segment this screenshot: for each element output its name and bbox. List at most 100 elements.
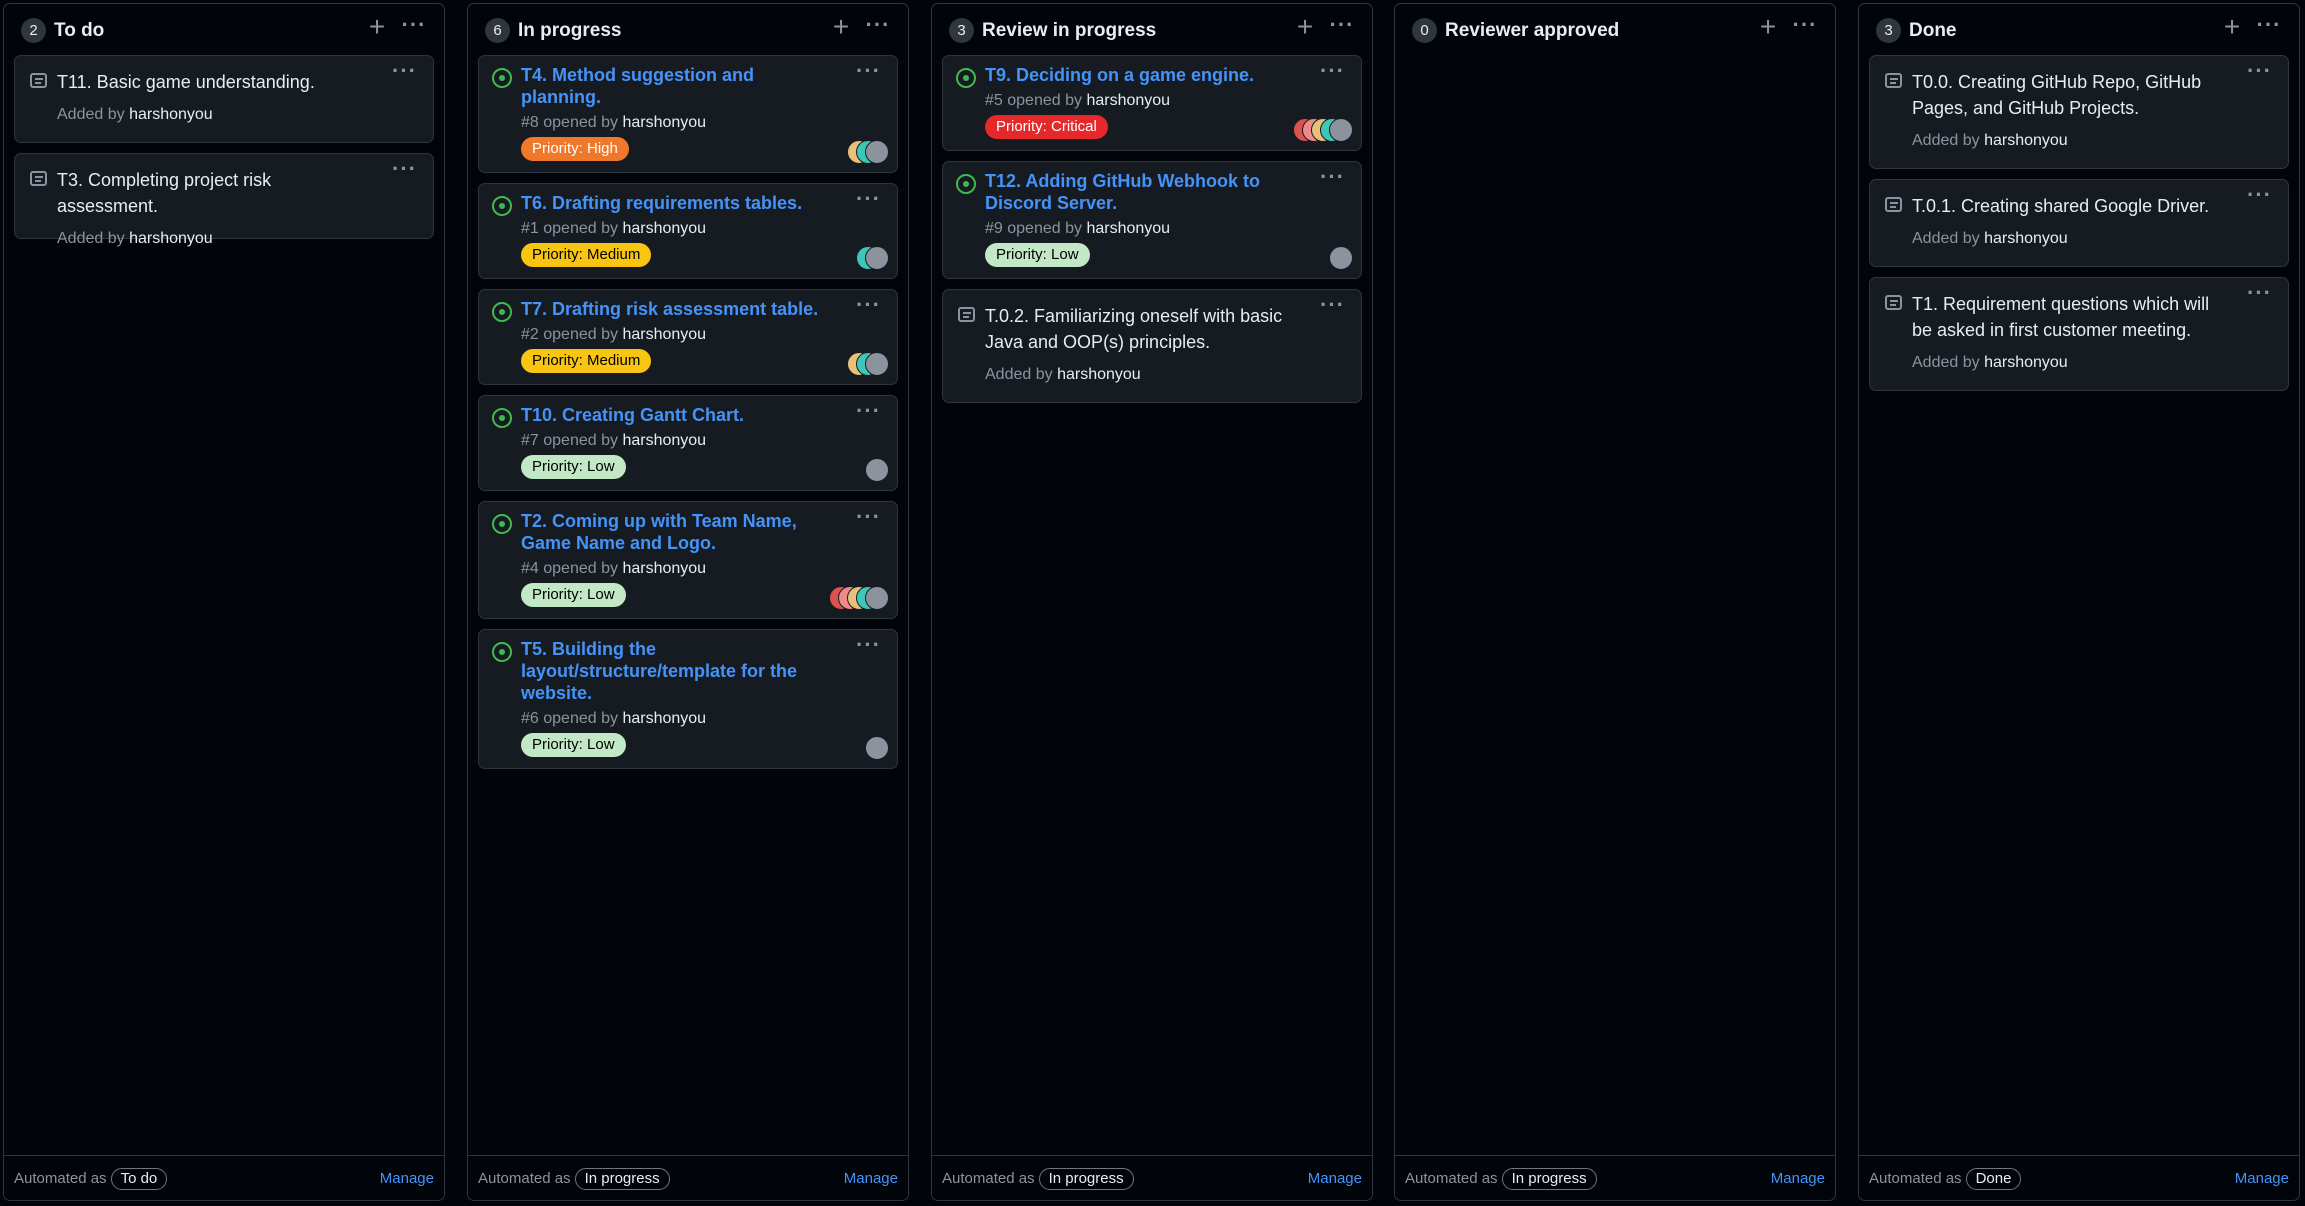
- card-meta: Added by harshonyou: [1912, 121, 2288, 164]
- assignee-avatar[interactable]: [865, 352, 889, 376]
- column-menu-kebab-icon[interactable]: ···: [1326, 12, 1358, 44]
- added-by-label: Added by: [1912, 354, 1980, 371]
- assignee-avatar[interactable]: [1329, 246, 1353, 270]
- author-link[interactable]: harshonyou: [129, 106, 213, 123]
- issue-card[interactable]: T9. Deciding on a game engine. #5 opened …: [942, 55, 1362, 151]
- card-meta: Added by harshonyou: [57, 95, 433, 138]
- issue-card[interactable]: T10. Creating Gantt Chart. #7 opened by h…: [478, 395, 898, 491]
- column-menu-kebab-icon[interactable]: ···: [862, 12, 894, 44]
- automated-label: Automated as: [1869, 1170, 1962, 1187]
- assignee-avatars: [1329, 246, 1353, 270]
- note-card[interactable]: T11. Basic game understanding. Added by …: [14, 55, 434, 143]
- add-card-plus-icon[interactable]: +: [1290, 12, 1320, 44]
- priority-label[interactable]: Priority: High: [521, 137, 629, 161]
- issue-card[interactable]: T12. Adding GitHub Webhook to Discord Se…: [942, 161, 1362, 279]
- card-menu-kebab-icon[interactable]: ···: [392, 158, 417, 180]
- card-meta: Added by harshonyou: [57, 219, 433, 262]
- card-menu-kebab-icon[interactable]: ···: [1320, 166, 1345, 188]
- card-menu-kebab-icon[interactable]: ···: [856, 294, 881, 316]
- assignee-avatar[interactable]: [865, 586, 889, 610]
- issue-title-link[interactable]: T7. Drafting risk assessment table.: [521, 290, 837, 320]
- priority-label[interactable]: Priority: Critical: [985, 115, 1108, 139]
- author-link[interactable]: harshonyou: [622, 114, 706, 131]
- card-meta: Added by harshonyou: [985, 355, 1361, 398]
- assignee-avatars: [1293, 118, 1353, 142]
- issue-number-text: #8 opened by: [521, 114, 618, 131]
- card-menu-kebab-icon[interactable]: ···: [392, 60, 417, 82]
- priority-label[interactable]: Priority: Low: [985, 243, 1090, 267]
- note-card[interactable]: T3. Completing project risk assessment. …: [14, 153, 434, 247]
- issue-title-link[interactable]: T4. Method suggestion and planning.: [521, 56, 837, 108]
- column-menu-kebab-icon[interactable]: ···: [1789, 12, 1821, 44]
- column-menu-kebab-icon[interactable]: ···: [2253, 12, 2285, 44]
- issue-title-link[interactable]: T5. Building the layout/structure/templa…: [521, 630, 837, 704]
- card-menu-kebab-icon[interactable]: ···: [856, 634, 881, 656]
- issue-title-link[interactable]: T6. Drafting requirements tables.: [521, 184, 837, 214]
- card-menu-kebab-icon[interactable]: ···: [856, 506, 881, 528]
- author-link[interactable]: harshonyou: [1086, 92, 1170, 109]
- author-link[interactable]: harshonyou: [129, 230, 213, 247]
- issue-card[interactable]: T6. Drafting requirements tables. #1 open…: [478, 183, 898, 279]
- priority-label[interactable]: Priority: Low: [521, 733, 626, 757]
- add-card-plus-icon[interactable]: +: [1753, 12, 1783, 44]
- add-card-plus-icon[interactable]: +: [362, 12, 392, 44]
- note-text: T3. Completing project risk assessment.: [57, 170, 272, 216]
- issue-card[interactable]: T2. Coming up with Team Name, Game Name …: [478, 501, 898, 619]
- author-link[interactable]: harshonyou: [622, 560, 706, 577]
- card-menu-kebab-icon[interactable]: ···: [2247, 282, 2272, 304]
- author-link[interactable]: harshonyou: [1984, 132, 2068, 149]
- note-card[interactable]: T0.0. Creating GitHub Repo, GitHub Pages…: [1869, 55, 2289, 169]
- issue-meta: #6 opened by harshonyou: [521, 704, 897, 730]
- card-menu-kebab-icon[interactable]: ···: [1320, 294, 1345, 316]
- card-menu-kebab-icon[interactable]: ···: [1320, 60, 1345, 82]
- assignee-avatars: [865, 736, 889, 760]
- author-link[interactable]: harshonyou: [622, 326, 706, 343]
- card-menu-kebab-icon[interactable]: ···: [2247, 60, 2272, 82]
- manage-automation-link[interactable]: Manage: [380, 1168, 434, 1190]
- note-card[interactable]: T1. Requirement questions which will be …: [1869, 277, 2289, 391]
- assignee-avatar[interactable]: [865, 458, 889, 482]
- issue-title-link[interactable]: T2. Coming up with Team Name, Game Name …: [521, 502, 837, 554]
- note-text: T.0.2. Familiarizing oneself with basic …: [985, 306, 1283, 352]
- issue-card[interactable]: T4. Method suggestion and planning. #8 op…: [478, 55, 898, 173]
- issue-meta: #8 opened by harshonyou: [521, 108, 897, 134]
- priority-label[interactable]: Priority: Low: [521, 583, 626, 607]
- open-issue-icon: [492, 642, 512, 662]
- author-link[interactable]: harshonyou: [622, 220, 706, 237]
- assignee-avatar[interactable]: [1329, 118, 1353, 142]
- priority-label[interactable]: Priority: Low: [521, 455, 626, 479]
- issue-number-text: #2 opened by: [521, 326, 618, 343]
- open-issue-icon: [492, 196, 512, 216]
- author-link[interactable]: harshonyou: [1984, 230, 2068, 247]
- card-menu-kebab-icon[interactable]: ···: [2247, 184, 2272, 206]
- assignee-avatar[interactable]: [865, 140, 889, 164]
- author-link[interactable]: harshonyou: [622, 432, 706, 449]
- issue-card[interactable]: T7. Drafting risk assessment table. #2 op…: [478, 289, 898, 385]
- priority-label[interactable]: Priority: Medium: [521, 243, 652, 267]
- manage-automation-link[interactable]: Manage: [1771, 1168, 1825, 1190]
- manage-automation-link[interactable]: Manage: [844, 1168, 898, 1190]
- card-menu-kebab-icon[interactable]: ···: [856, 188, 881, 210]
- issue-card[interactable]: T5. Building the layout/structure/templa…: [478, 629, 898, 769]
- card-menu-kebab-icon[interactable]: ···: [856, 60, 881, 82]
- add-card-plus-icon[interactable]: +: [2217, 12, 2247, 44]
- priority-label[interactable]: Priority: Medium: [521, 349, 652, 373]
- assignee-avatar[interactable]: [865, 736, 889, 760]
- issue-title-link[interactable]: T10. Creating Gantt Chart.: [521, 396, 837, 426]
- assignee-avatar[interactable]: [865, 246, 889, 270]
- column-menu-kebab-icon[interactable]: ···: [398, 12, 430, 44]
- card-menu-kebab-icon[interactable]: ···: [856, 400, 881, 422]
- manage-automation-link[interactable]: Manage: [1308, 1168, 1362, 1190]
- author-link[interactable]: harshonyou: [622, 710, 706, 727]
- note-card[interactable]: T.0.2. Familiarizing oneself with basic …: [942, 289, 1362, 403]
- author-link[interactable]: harshonyou: [1057, 366, 1141, 383]
- add-card-plus-icon[interactable]: +: [826, 12, 856, 44]
- author-link[interactable]: harshonyou: [1086, 220, 1170, 237]
- assignee-avatars: [847, 352, 889, 376]
- note-card[interactable]: T.0.1. Creating shared Google Driver. Ad…: [1869, 179, 2289, 267]
- issue-title-link[interactable]: T9. Deciding on a game engine.: [985, 56, 1301, 86]
- manage-automation-link[interactable]: Manage: [2235, 1168, 2289, 1190]
- issue-title-link[interactable]: T12. Adding GitHub Webhook to Discord Se…: [985, 162, 1301, 214]
- author-link[interactable]: harshonyou: [1984, 354, 2068, 371]
- column-footer: Automated as Done Manage: [1859, 1155, 2299, 1200]
